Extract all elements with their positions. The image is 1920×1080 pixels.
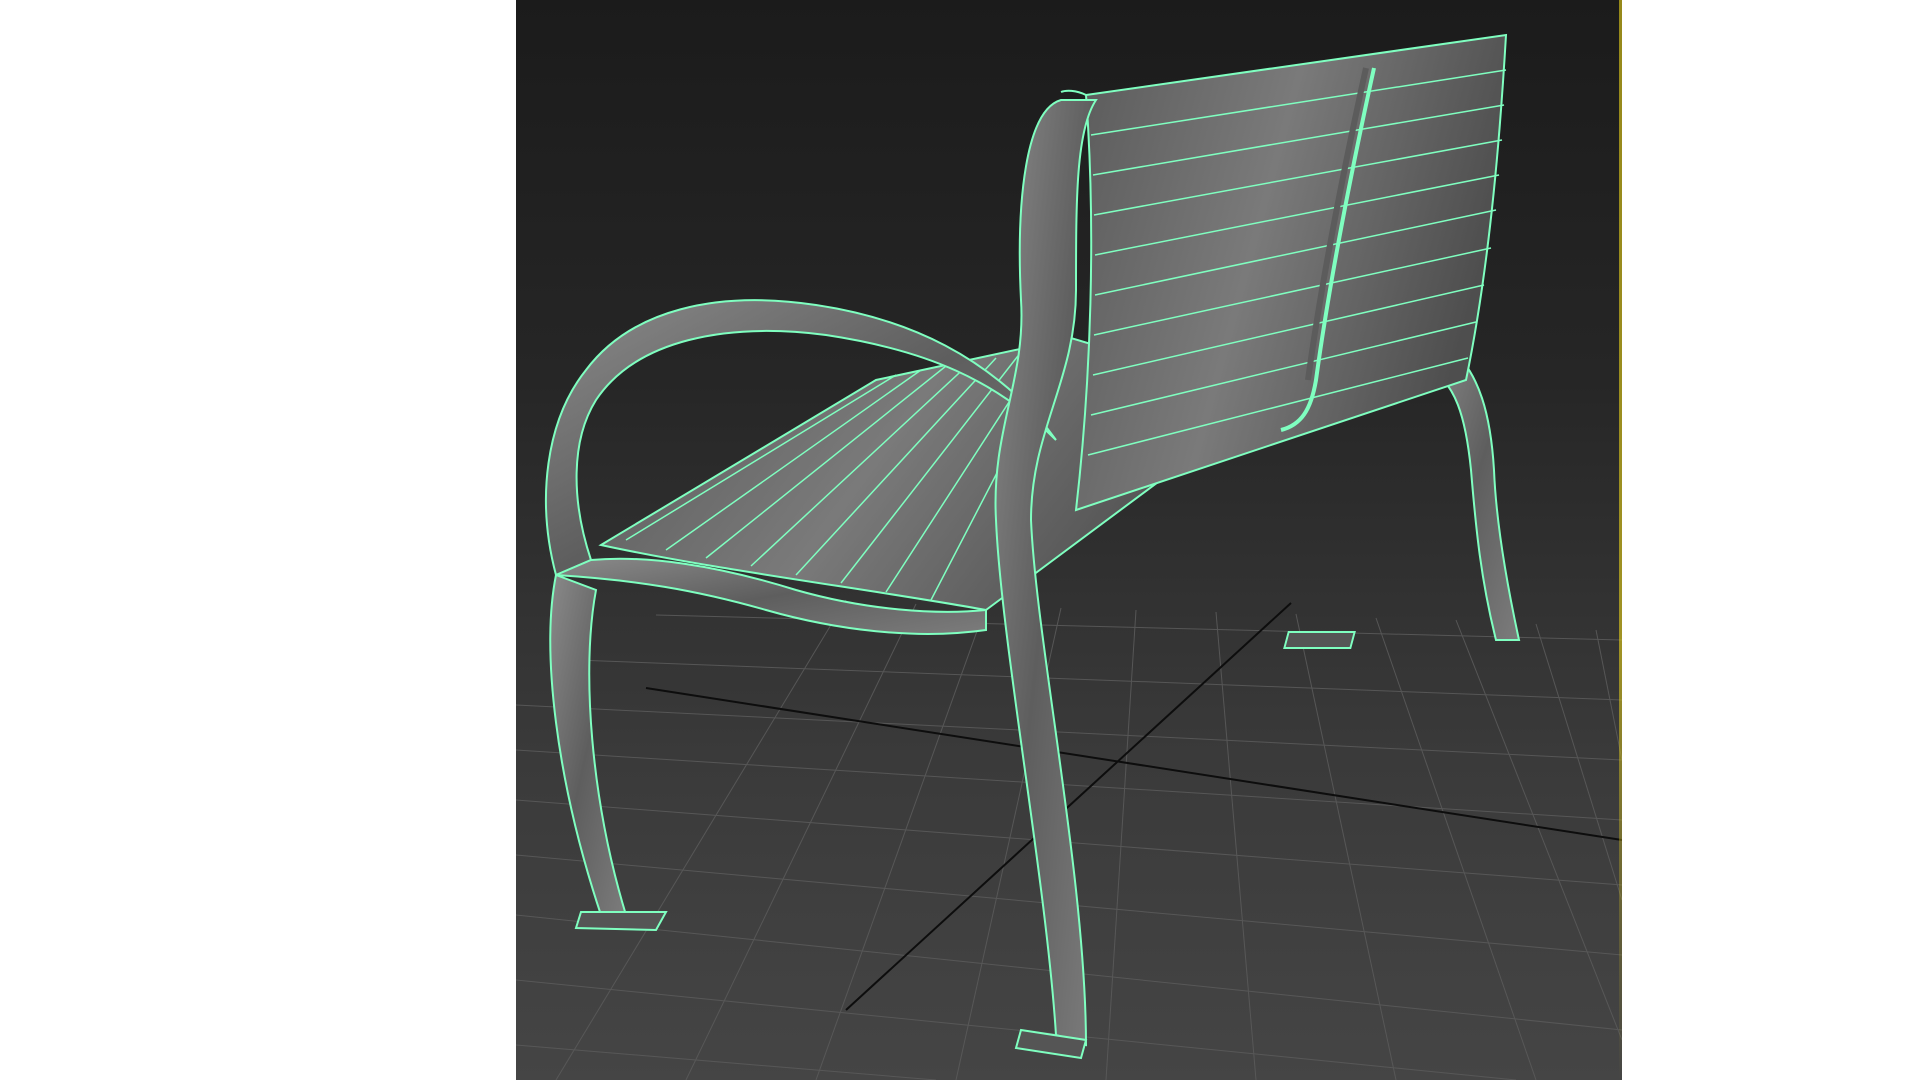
viewport-canvas[interactable]: [516, 0, 1622, 1080]
grid-axes: [645, 602, 1622, 1011]
bench-front-leg-left[interactable]: [549, 573, 668, 932]
page-margin-left: [0, 0, 516, 1080]
perspective-viewport[interactable]: [516, 0, 1622, 1080]
page-margin-right: [1622, 0, 1920, 1080]
bench-front-leg-right[interactable]: [994, 99, 1098, 1060]
active-viewport-border: [1619, 0, 1622, 1080]
bench-backrest[interactable]: [1060, 33, 1508, 512]
